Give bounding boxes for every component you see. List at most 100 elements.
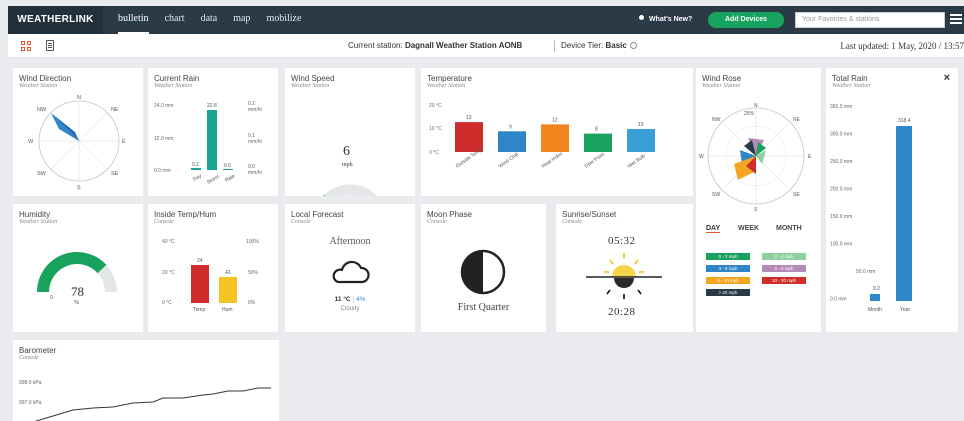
- wind-rose-card[interactable]: Wind Rose Weather Station 25% N NE E SE …: [696, 68, 821, 332]
- bar-label: Storm: [206, 174, 221, 186]
- humidity-gauge: 0: [37, 252, 117, 301]
- bar-value: 318.4: [898, 118, 911, 124]
- dir-label-nw: NW: [37, 107, 47, 113]
- bar-value: 9: [509, 124, 512, 130]
- tick-label: mm/hr: [248, 170, 263, 176]
- tick-label: 0 °C: [162, 300, 172, 306]
- dir-label-s: S: [77, 185, 81, 191]
- tab-week[interactable]: WEEK: [738, 225, 759, 232]
- current-station: Current station: Dagnall Weather Station…: [348, 34, 522, 58]
- main-nav: bulletin chart data map mobilize: [118, 6, 301, 34]
- list-view-icon[interactable]: [46, 40, 54, 51]
- tick-label: mm/hr: [248, 107, 263, 113]
- temperature-bar: [584, 133, 612, 152]
- search-input[interactable]: Your Favorites & stations: [795, 12, 945, 28]
- grid-view-icon[interactable]: [21, 41, 31, 51]
- bar-value: 24: [197, 258, 203, 264]
- whats-new-link[interactable]: What's New?: [639, 6, 692, 34]
- tab-month[interactable]: MONTH: [776, 225, 802, 232]
- wind-speed-card[interactable]: Wind Speed Weather Station 0 6 mph: [285, 68, 415, 196]
- temperature-card[interactable]: Temperature Weather Station 20 °C 10 °C …: [421, 68, 693, 196]
- bar-label: Year: [900, 307, 910, 313]
- forecast-temp-line: 11 °C | 4%: [334, 296, 366, 303]
- forecast-card[interactable]: Local Forecast Console Afternoon 11 °C |…: [285, 204, 415, 332]
- dir-label-n: N: [754, 103, 758, 109]
- station-name[interactable]: Dagnall Weather Station AONB: [405, 41, 522, 50]
- forecast-condition: Cloudy: [340, 306, 360, 312]
- humidity-unit: %: [74, 300, 79, 306]
- dir-label-e: E: [808, 154, 812, 160]
- pressure-line: [34, 387, 271, 421]
- forecast-temp: 11 °C: [334, 296, 351, 303]
- dir-label-se: SE: [793, 192, 800, 198]
- inside-temp-card[interactable]: Inside Temp/Hum Console 40 °C 20 °C 0 °C…: [148, 204, 278, 332]
- divider: [554, 40, 555, 52]
- cloud-icon: [332, 260, 370, 284]
- tick-label: 100%: [246, 239, 259, 245]
- dir-label-sw: SW: [712, 192, 720, 198]
- sun-card[interactable]: Sunrise/Sunset Console 05:32 20:28: [556, 204, 693, 332]
- nav-bulletin[interactable]: bulletin: [118, 6, 149, 34]
- tick-label: 40 °C: [162, 239, 175, 245]
- total-rain-card[interactable]: Total Rain Weather Station × 350.0 mm 300…: [826, 68, 958, 332]
- speed-range-button[interactable]: 6 - 8 mph: [762, 265, 806, 272]
- tick-label: 0.0 mm: [830, 297, 847, 303]
- nav-mobilize[interactable]: mobilize: [266, 6, 301, 34]
- tick-label: 300.0 mm: [830, 132, 852, 138]
- tick-label: 50.0 mm: [856, 269, 875, 275]
- humidity-card[interactable]: Humidity Weather Station 0 78 %: [13, 204, 143, 332]
- barometer-card[interactable]: Barometer Console 998.0 kPa 997.0 kPa: [13, 340, 279, 421]
- bar-label: Wet Bulb: [627, 153, 647, 170]
- speed-range-button[interactable]: 10 - 20 mph: [762, 277, 806, 284]
- dir-label-n: N: [77, 95, 81, 101]
- rain-bar-rate: [223, 169, 233, 170]
- bar-label: Month: [868, 307, 882, 313]
- speed-range-button[interactable]: > 20 mph: [706, 289, 750, 296]
- nav-chart[interactable]: chart: [165, 6, 185, 34]
- tab-day[interactable]: DAY: [706, 225, 721, 233]
- dir-label-w: W: [28, 139, 34, 145]
- tick-label: mm/hr: [248, 139, 263, 145]
- speed-range-button[interactable]: 2 - 4 mph: [762, 253, 806, 260]
- tick-label: 200.0 mm: [830, 187, 852, 193]
- bar-value: 13: [466, 115, 472, 121]
- bar-label: Heat Index: [541, 151, 565, 170]
- nav-map[interactable]: map: [233, 6, 250, 34]
- tick-label: 10 °C: [429, 126, 442, 132]
- bar-value: 8: [595, 127, 598, 133]
- speed-range-button[interactable]: 8 - 10 mph: [706, 277, 750, 284]
- tick-label: 20 °C: [429, 103, 442, 109]
- current-rain-card[interactable]: Current Rain Weather Station 24.0 mm 12.…: [148, 68, 278, 196]
- bar-label: Dew Point: [584, 151, 607, 169]
- tick-label: 50%: [248, 270, 259, 276]
- sunset-time: 20:28: [608, 306, 636, 318]
- dir-label-nw: NW: [712, 117, 721, 123]
- speed-range-button[interactable]: 4 - 6 mph: [706, 265, 750, 272]
- moon-phase-card[interactable]: Moon Phase Console First Quarter: [421, 204, 546, 332]
- bar-label: Temp: [193, 307, 205, 313]
- speed-range-button[interactable]: 0 - 2 mph: [706, 253, 750, 260]
- tier-value: Basic: [605, 41, 627, 50]
- bar-value: 42: [225, 270, 231, 276]
- bar-label: Day: [192, 173, 203, 183]
- tick-label: 24.0 mm: [154, 103, 173, 109]
- hamburger-menu-icon[interactable]: [950, 14, 962, 26]
- total-rain-bar-year: [896, 126, 912, 301]
- tick-label: 20 °C: [162, 270, 175, 276]
- bar-value: 9.2: [873, 286, 880, 292]
- whats-new-label: What's New?: [649, 16, 693, 23]
- tick-label: 998.0 kPa: [19, 380, 42, 386]
- inside-bar-temp: [191, 265, 209, 303]
- moon-phase-name: First Quarter: [457, 302, 510, 313]
- gear-icon[interactable]: [629, 42, 637, 49]
- add-devices-button[interactable]: Add Devices: [708, 12, 784, 28]
- brand-logo[interactable]: WEATHERLINK: [8, 6, 103, 34]
- inside-bar-chart: 40 °C 20 °C 0 °C 100% 50% 0% 24 42 Temp …: [162, 239, 259, 313]
- tick-label: 0%: [248, 300, 256, 306]
- nav-data[interactable]: data: [201, 6, 218, 34]
- tick-label: 0 °C: [429, 150, 439, 156]
- wind-direction-card[interactable]: Wind Direction Weather Station N NE E SE…: [13, 68, 143, 196]
- station-label: Current station:: [348, 41, 403, 50]
- dir-label-w: W: [699, 154, 704, 160]
- tick-label: 997.0 kPa: [19, 400, 42, 406]
